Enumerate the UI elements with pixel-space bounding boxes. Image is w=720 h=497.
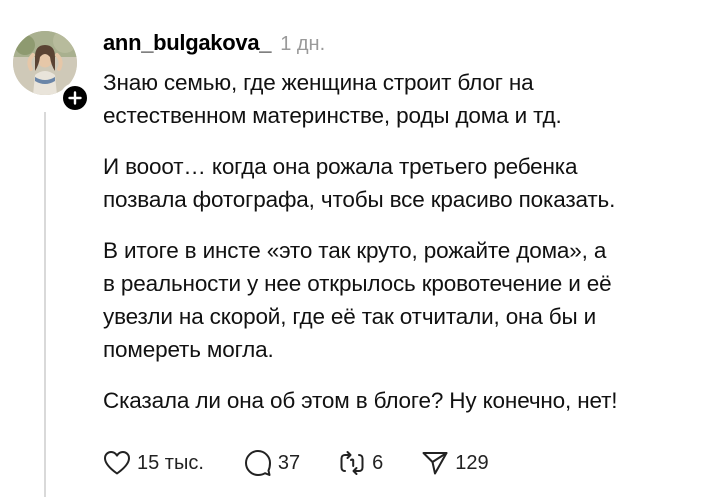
plus-icon (68, 91, 82, 105)
like-button[interactable]: 15 тыс. (103, 450, 204, 476)
post-paragraph-4: Сказала ли она об этом в блоге? Ну конеч… (103, 388, 618, 413)
thread-post: ann_bulgakova_ 1 дн. Знаю семью, где жен… (0, 0, 720, 497)
repost-button[interactable]: 6 (338, 449, 383, 477)
post-timestamp: 1 дн. (280, 33, 326, 55)
reply-button[interactable]: 37 (244, 449, 300, 477)
post-paragraph-3: В итоге в инсте «это так круто, рожайте … (103, 238, 612, 362)
post-body: Знаю семью, где женщина строит блог на е… (103, 66, 703, 435)
post-header: ann_bulgakova_ 1 дн. (103, 30, 325, 56)
repost-icon (340, 451, 364, 475)
heart-icon (104, 451, 130, 475)
follow-button[interactable] (60, 83, 90, 113)
post-paragraph-1: Знаю семью, где женщина строит блог на е… (103, 70, 562, 128)
reply-count: 37 (277, 451, 301, 474)
comment-icon (244, 450, 271, 476)
post-paragraph-2: И вооот… когда она рожала третьего ребен… (103, 154, 616, 212)
post-actions: 15 тыс. 37 6 129 (103, 448, 489, 478)
send-icon (422, 452, 448, 475)
avatar-container (13, 31, 90, 113)
like-count: 15 тыс. (137, 451, 204, 474)
share-count: 129 (455, 451, 489, 474)
thread-line (44, 112, 46, 497)
repost-count: 6 (372, 451, 384, 474)
share-button[interactable]: 129 (421, 450, 489, 476)
username-link[interactable]: ann_bulgakova_ (103, 30, 272, 56)
